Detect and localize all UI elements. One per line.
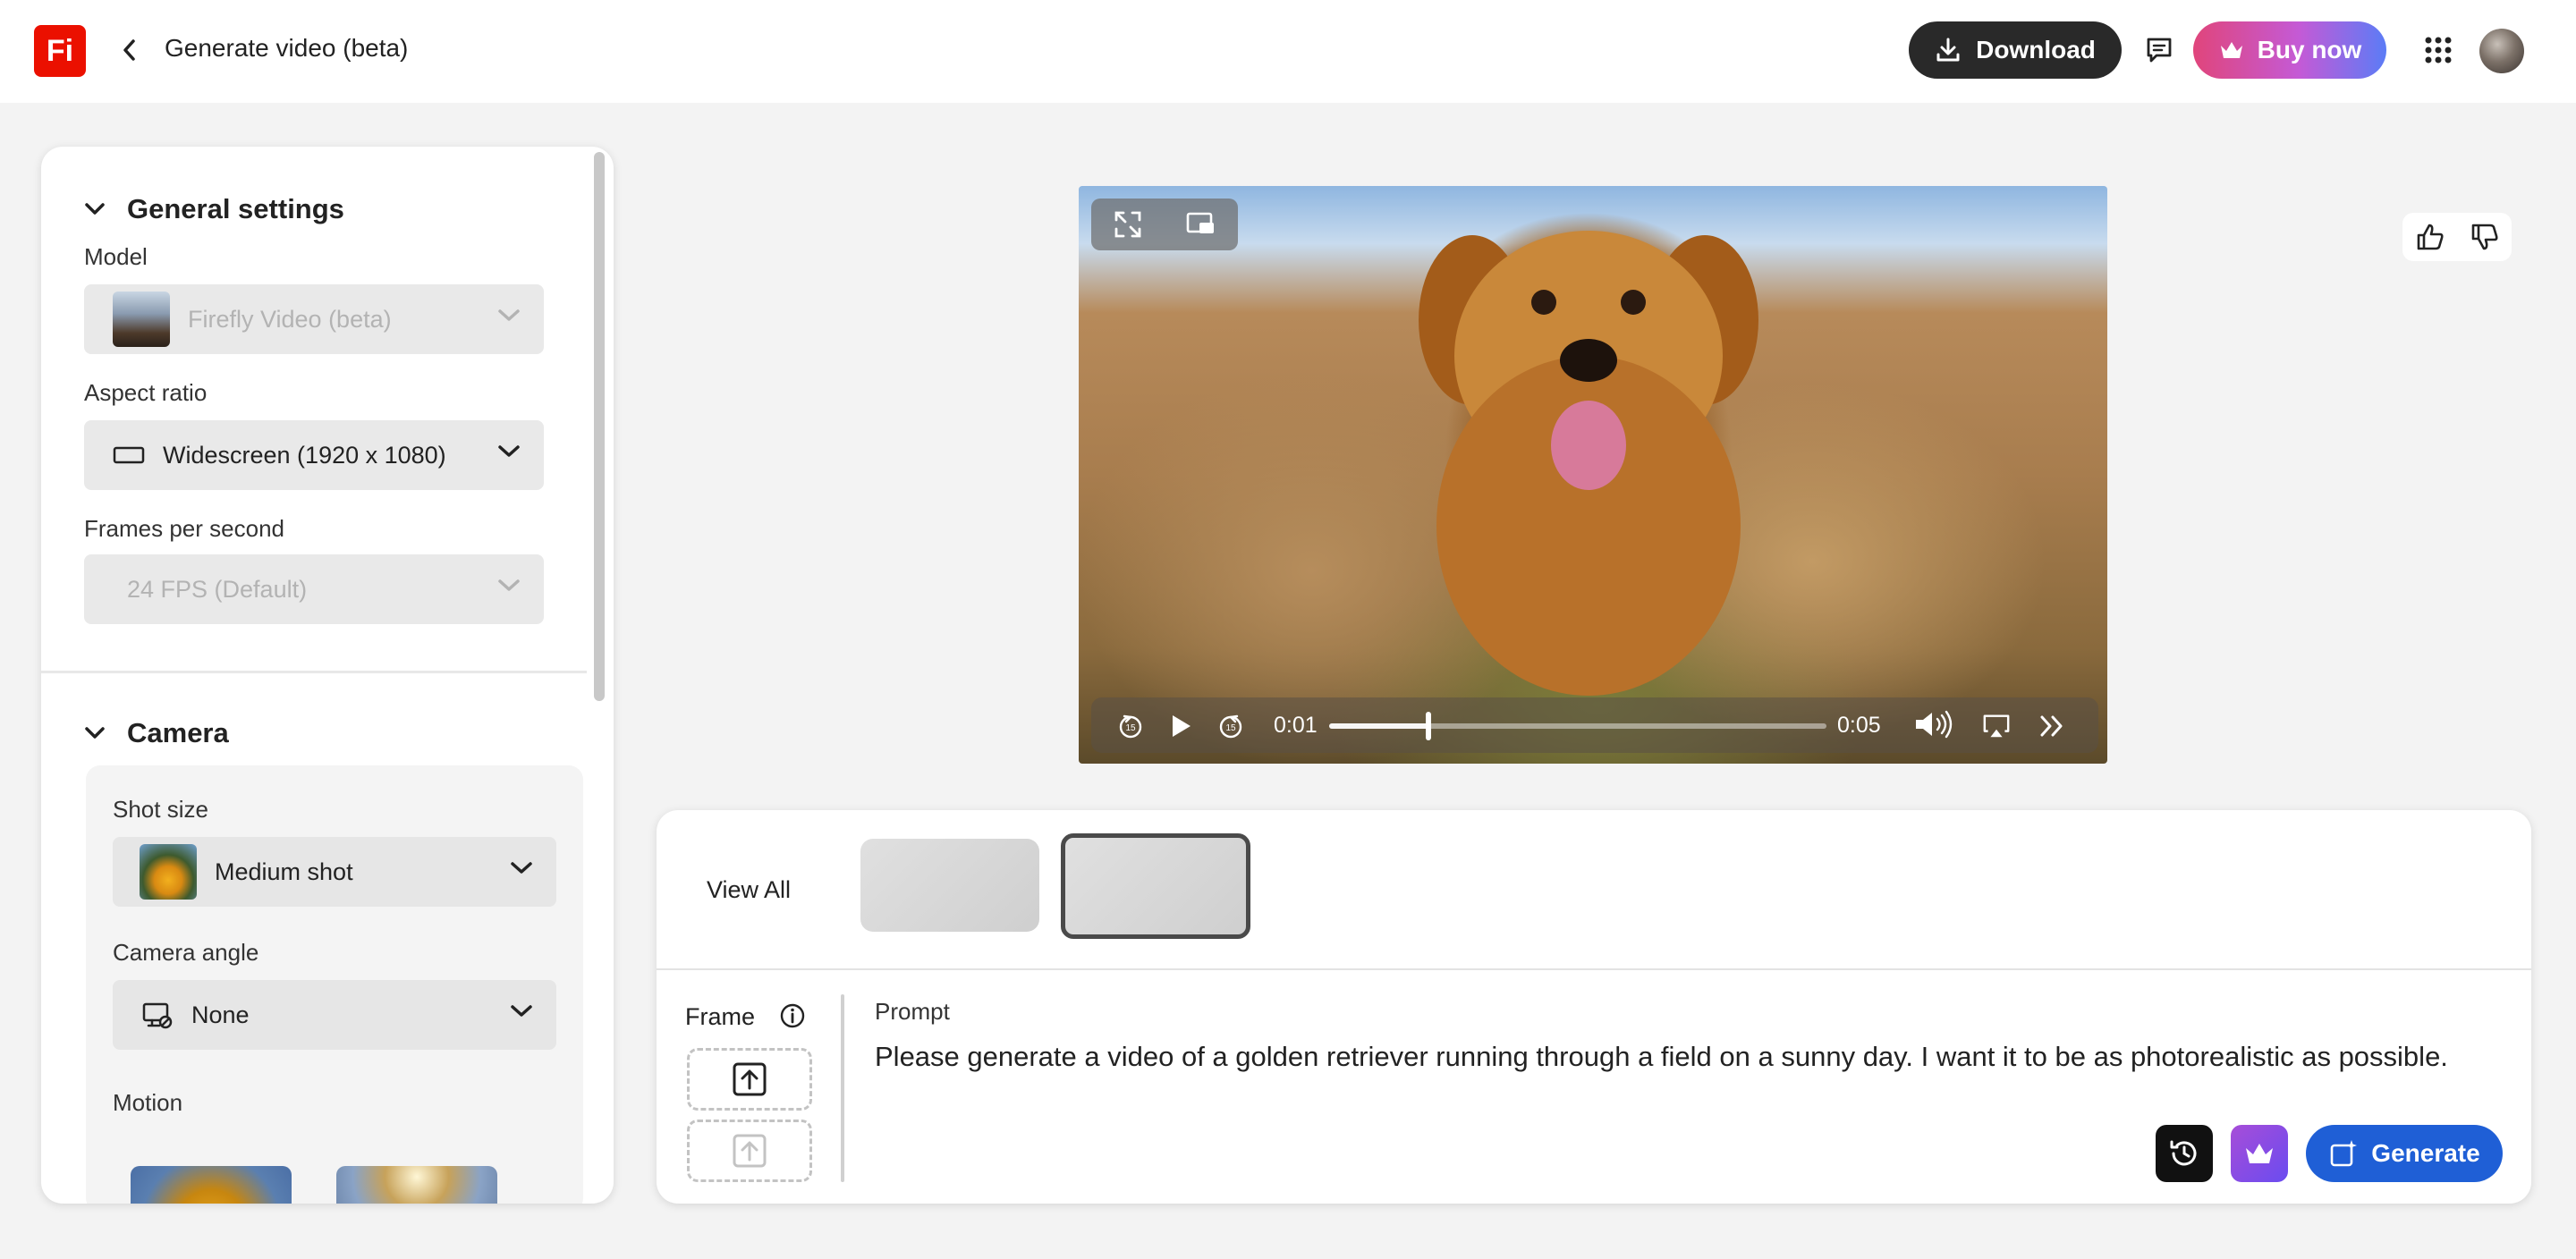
section-divider — [41, 671, 587, 673]
user-avatar[interactable] — [2479, 29, 2524, 73]
frame-label: Frame — [685, 1003, 756, 1030]
buy-now-button[interactable]: Buy now — [2193, 21, 2386, 79]
crown-icon — [2220, 42, 2242, 58]
camera-angle-label: Camera angle — [113, 939, 259, 966]
chevron-down-icon — [498, 309, 520, 321]
upload-icon — [733, 1062, 767, 1096]
svg-text:15: 15 — [1225, 723, 1236, 733]
generate-sparkle-icon — [2330, 1140, 2358, 1167]
frame-prompt-separator — [841, 994, 844, 1182]
airplay-icon[interactable] — [1982, 712, 2011, 740]
last-frame-upload[interactable] — [687, 1120, 812, 1182]
history-button[interactable] — [2156, 1125, 2213, 1182]
fps-select[interactable]: 24 FPS (Default) — [84, 554, 544, 624]
more-options-icon[interactable] — [2038, 712, 2066, 740]
firefly-logo[interactable]: Fi — [34, 25, 86, 77]
chevron-down-icon — [498, 579, 520, 591]
shot-size-label: Shot size — [113, 796, 208, 823]
camera-angle-select[interactable]: None — [113, 980, 556, 1050]
view-all-link[interactable]: View All — [707, 876, 791, 904]
upload-icon — [733, 1134, 767, 1168]
settings-panel: General settings Model Firefly Video (be… — [41, 147, 614, 1204]
progress-handle[interactable] — [1426, 712, 1432, 740]
general-settings-title: General settings — [127, 193, 344, 224]
aspect-ratio-label: Aspect ratio — [84, 379, 208, 406]
progress-fill — [1329, 723, 1429, 729]
motion-option-thumbnail[interactable] — [131, 1166, 292, 1204]
widescreen-icon — [113, 446, 145, 464]
prompt-label: Prompt — [875, 998, 950, 1025]
volume-icon[interactable] — [1912, 710, 1955, 739]
aspect-ratio-value: Widescreen (1920 x 1080) — [163, 441, 446, 469]
info-icon[interactable] — [778, 1001, 807, 1030]
motion-option-thumbnail[interactable] — [336, 1166, 497, 1204]
camera-title: Camera — [127, 717, 229, 748]
variation-thumbnail[interactable] — [860, 839, 1039, 932]
fullscreen-icon[interactable] — [1113, 209, 1143, 240]
play-icon[interactable] — [1166, 712, 1195, 740]
premium-button[interactable] — [2231, 1125, 2288, 1182]
aspect-ratio-select[interactable]: Widescreen (1920 x 1080) — [84, 420, 544, 490]
camera-angle-icon — [142, 1002, 173, 1029]
chevron-down-icon — [85, 727, 105, 739]
apps-grid-icon[interactable] — [2420, 32, 2456, 68]
app-header: Fi Generate video (beta) Download Buy no… — [0, 0, 2576, 103]
prompt-input[interactable]: Please generate a video of a golden retr… — [875, 1041, 2503, 1073]
model-thumbnail — [113, 292, 170, 347]
history-icon — [2170, 1140, 2197, 1166]
first-frame-upload[interactable] — [687, 1048, 812, 1111]
fps-label: Frames per second — [84, 515, 284, 542]
video-frame-dog — [1419, 231, 1758, 696]
card-divider — [657, 968, 2531, 970]
duration: 0:05 — [1837, 713, 1881, 738]
general-settings-header[interactable]: General settings — [84, 193, 344, 225]
video-overlay-controls — [1091, 199, 1238, 250]
fps-value: 24 FPS (Default) — [127, 575, 308, 603]
download-icon — [1936, 38, 1960, 62]
generate-button[interactable]: Generate — [2306, 1125, 2503, 1182]
generate-label: Generate — [2371, 1139, 2480, 1167]
video-preview[interactable] — [1079, 186, 2107, 764]
picture-in-picture-icon[interactable] — [1185, 211, 1217, 238]
download-button[interactable]: Download — [1909, 21, 2122, 79]
forward-15-icon[interactable]: 15 — [1216, 712, 1245, 740]
crown-icon — [2246, 1144, 2273, 1163]
shot-size-thumbnail — [140, 844, 197, 900]
back-chevron-icon[interactable] — [114, 34, 143, 66]
chevron-down-icon — [511, 862, 532, 874]
svg-text:15: 15 — [1125, 723, 1136, 733]
feedback-controls — [2402, 213, 2512, 261]
panel-scrollbar[interactable] — [594, 152, 605, 701]
thumbs-up-icon[interactable] — [2415, 222, 2445, 252]
shot-size-value: Medium shot — [215, 858, 353, 885]
model-select[interactable]: Firefly Video (beta) — [84, 284, 544, 354]
thumbs-down-icon[interactable] — [2470, 222, 2500, 252]
model-value: Firefly Video (beta) — [188, 305, 392, 333]
rewind-15-icon[interactable]: 15 — [1116, 712, 1145, 740]
buy-now-label: Buy now — [2257, 36, 2362, 63]
page-title: Generate video (beta) — [165, 34, 409, 62]
motion-label: Motion — [113, 1089, 183, 1116]
chevron-down-icon — [498, 445, 520, 457]
download-label: Download — [1976, 36, 2096, 63]
model-label: Model — [84, 243, 148, 270]
shot-size-select[interactable]: Medium shot — [113, 837, 556, 907]
camera-angle-value: None — [191, 1001, 250, 1028]
current-time: 0:01 — [1274, 713, 1318, 738]
variation-thumbnail-selected[interactable] — [1061, 833, 1250, 939]
comment-icon[interactable] — [2141, 32, 2177, 68]
chevron-down-icon — [511, 1005, 532, 1017]
camera-header[interactable]: Camera — [84, 717, 229, 749]
chevron-down-icon — [85, 203, 105, 215]
